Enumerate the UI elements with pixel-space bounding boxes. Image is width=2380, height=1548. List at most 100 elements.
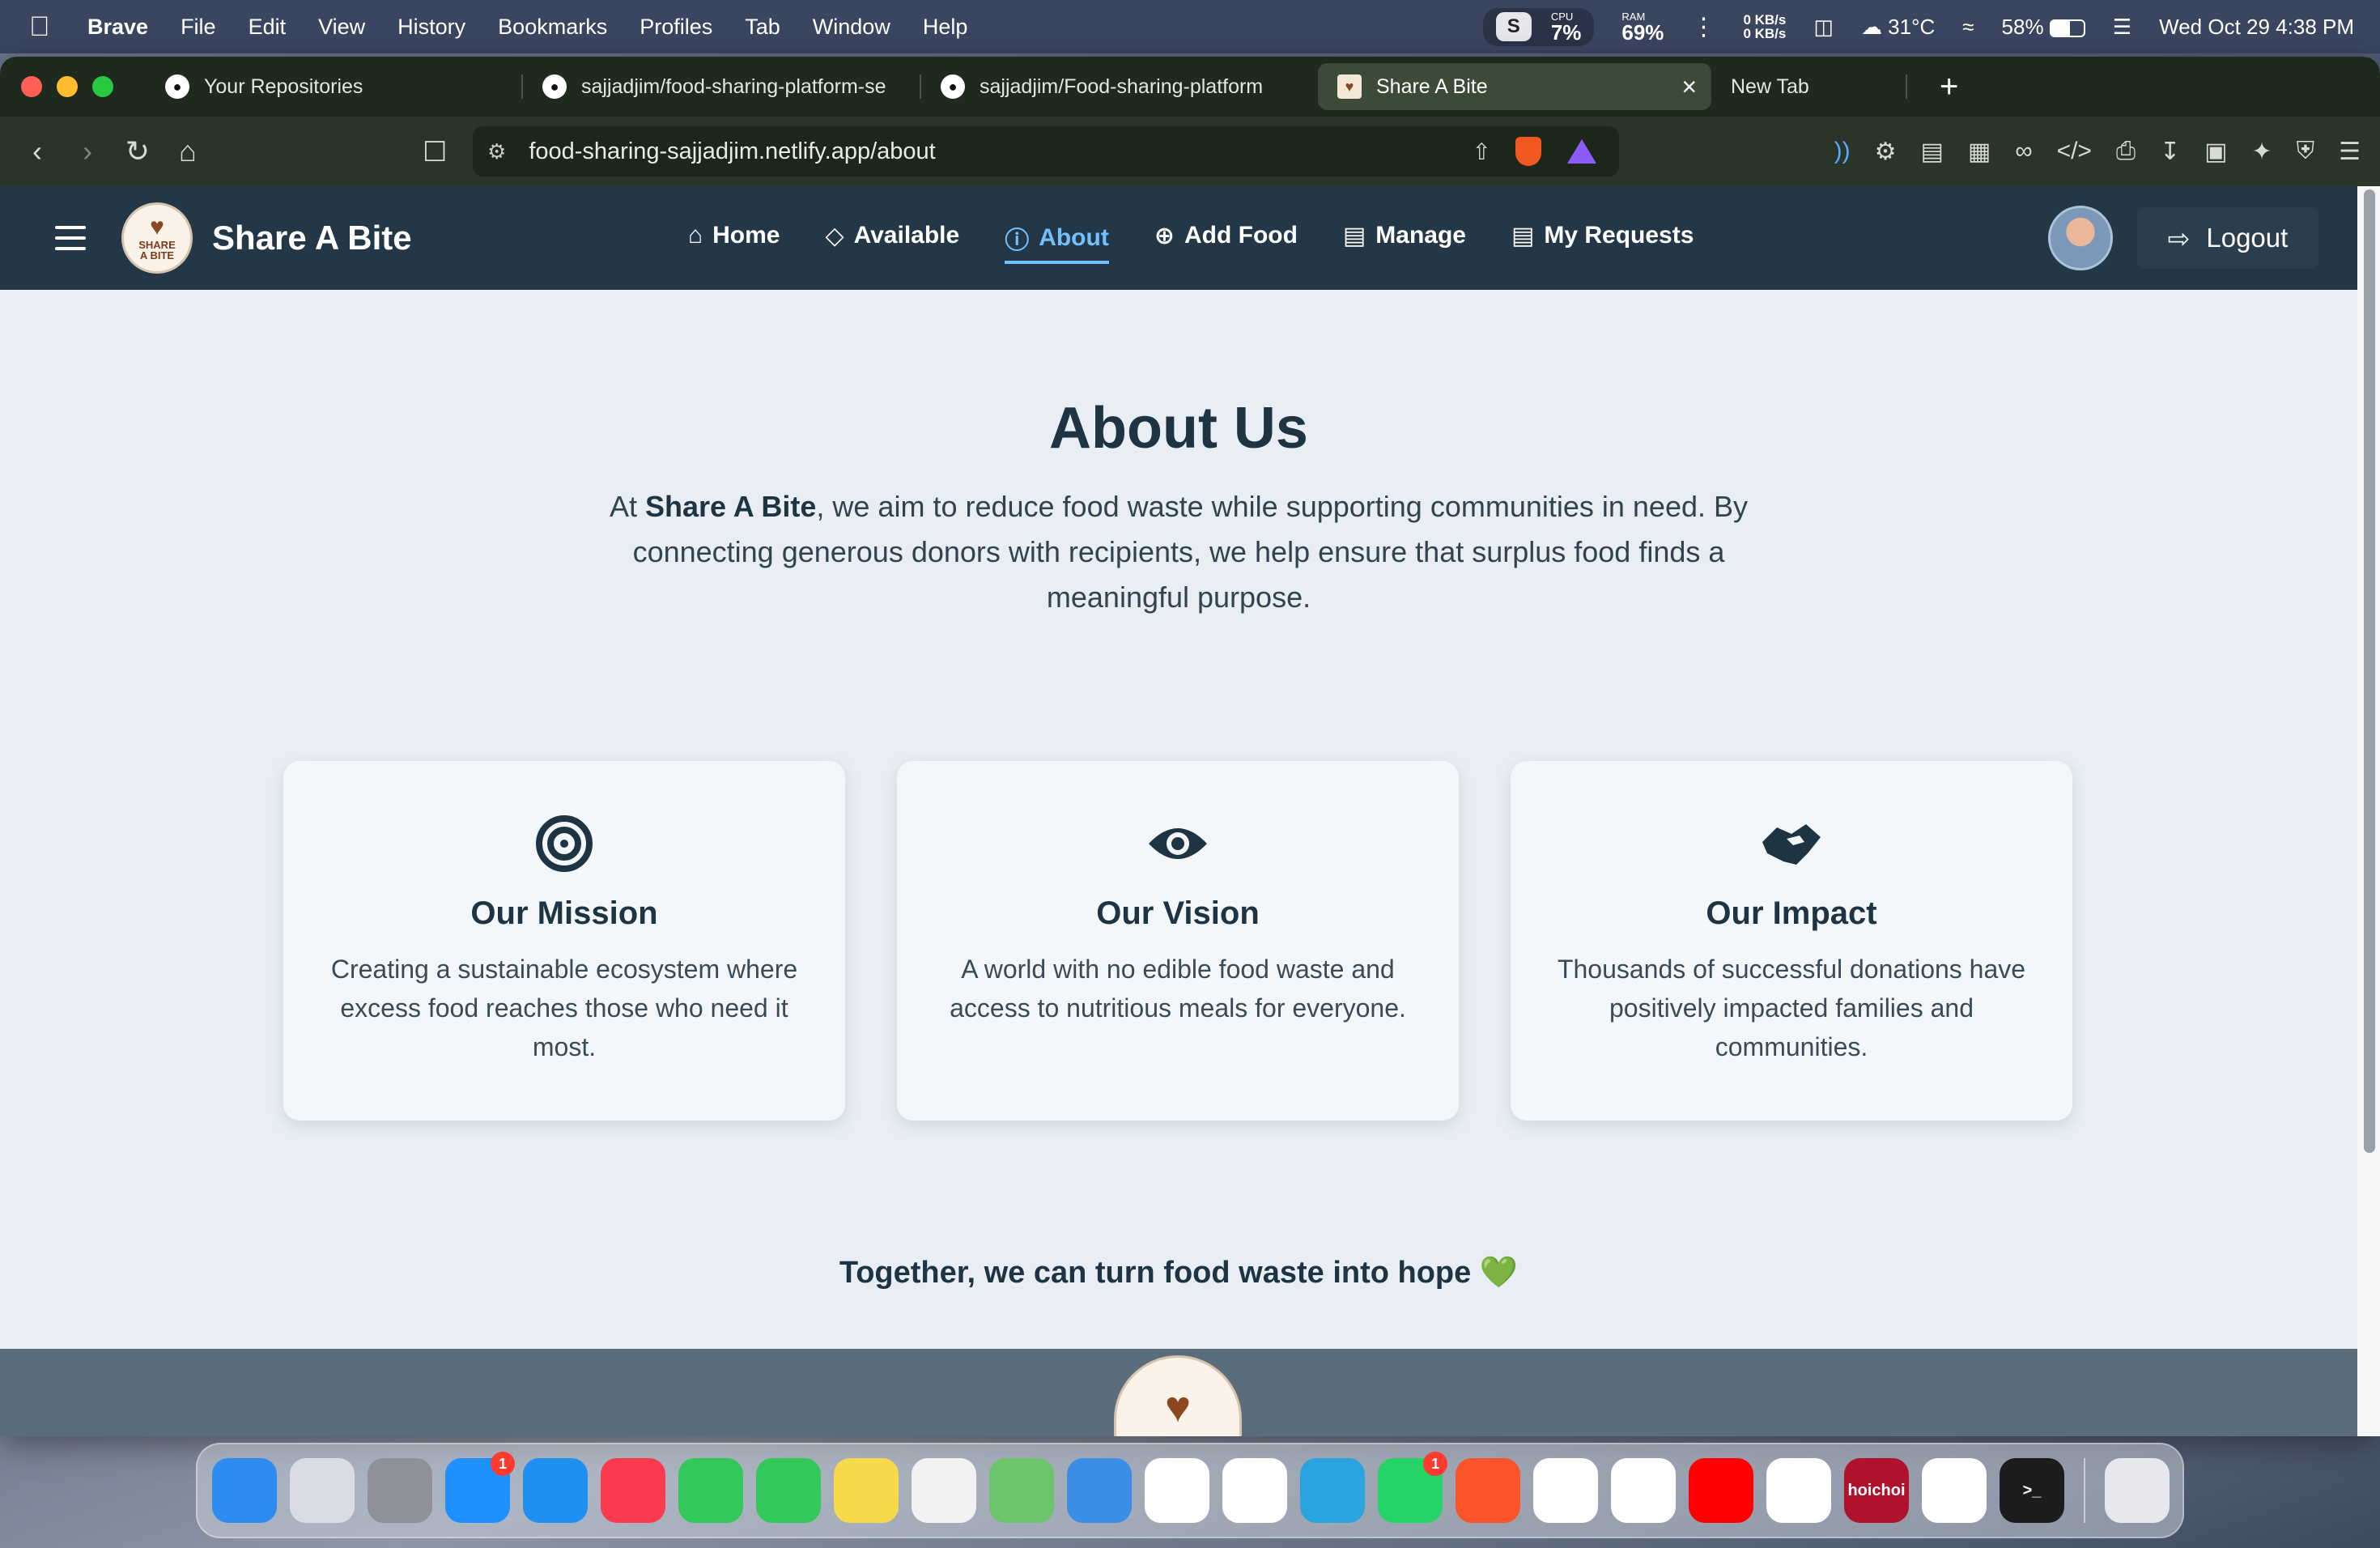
zoom-window-button[interactable] <box>92 76 113 97</box>
tab-share-a-bite[interactable]: ♥ Share A Bite × <box>1318 63 1711 110</box>
s-app-icon[interactable]: S <box>1495 12 1532 41</box>
menu-bookmarks[interactable]: Bookmarks <box>498 15 607 40</box>
display-icon[interactable]: ◫ <box>1813 15 1834 40</box>
menu-app-name[interactable]: Brave <box>87 15 148 40</box>
dock-app-trash[interactable] <box>2105 1458 2170 1523</box>
dock-app-telegram[interactable] <box>1300 1458 1365 1523</box>
layers-icon: ◇ <box>825 222 844 249</box>
menu-tab[interactable]: Tab <box>745 15 780 40</box>
hamburger-menu-icon[interactable] <box>55 226 86 250</box>
tab-food-sharing-se[interactable]: ● sajjadjim/food-sharing-platform-se <box>523 63 920 110</box>
forward-icon[interactable]: › <box>74 134 100 168</box>
menu-edit[interactable]: Edit <box>249 15 287 40</box>
link-icon[interactable]: ∞ <box>2015 138 2032 165</box>
datetime[interactable]: Wed Oct 29 4:38 PM <box>2159 15 2354 40</box>
vpn-icon[interactable]: ⛨ <box>2297 138 2315 165</box>
scrollbar-thumb[interactable] <box>2364 189 2375 1153</box>
dock-app-hoichoi[interactable]: hoichoi <box>1844 1458 1909 1523</box>
nav-available[interactable]: ◇ Available <box>825 222 959 255</box>
download-icon[interactable]: ↧ <box>2160 138 2180 166</box>
qr-code-icon[interactable]: ▦ <box>1968 138 1991 166</box>
dock-app-finder[interactable] <box>212 1458 277 1523</box>
dock-app-messenger[interactable] <box>1922 1458 1987 1523</box>
menu-window[interactable]: Window <box>813 15 890 40</box>
address-bar[interactable]: ⚙ food-sharing-sajjadjim.netlify.app/abo… <box>473 126 1619 176</box>
control-center-icon[interactable]: ☰ <box>2113 15 2131 40</box>
logout-button[interactable]: ⇨ Logout <box>2137 207 2318 269</box>
tab-bar: ● Your Repositories ● sajjadjim/food-sha… <box>0 57 2380 117</box>
close-tab-icon[interactable]: × <box>1681 72 1697 102</box>
dock-app-whatsapp[interactable]: 1 <box>1378 1452 1447 1523</box>
nav-about[interactable]: ⓘ About <box>1005 212 1109 264</box>
wifi-icon[interactable]: ≈ <box>1962 15 1974 40</box>
site-settings-icon[interactable]: ⚙ <box>487 139 506 164</box>
dock-app-chrome[interactable] <box>1611 1458 1676 1523</box>
more-dots-icon[interactable]: ⋮ <box>1691 13 1715 41</box>
tab-your-repositories[interactable]: ● Your Repositories <box>146 63 521 110</box>
wallet-icon[interactable]: ▤ <box>1920 138 1943 166</box>
dock-app-music[interactable] <box>601 1458 665 1523</box>
nav-manage[interactable]: ▤ Manage <box>1343 222 1466 255</box>
vision-card: Our Vision A world with no edible food w… <box>897 761 1459 1121</box>
back-icon[interactable]: ‹ <box>24 134 50 168</box>
dock-app-phone[interactable] <box>678 1458 743 1523</box>
nav-add-food[interactable]: ⊕ Add Food <box>1154 222 1298 255</box>
dock-app-notes[interactable] <box>834 1458 899 1523</box>
dock-app-messages[interactable] <box>756 1458 821 1523</box>
brave-shields-icon[interactable] <box>1515 137 1541 166</box>
about-cards: Our Mission Creating a sustainable ecosy… <box>283 761 2072 1121</box>
tab-new-tab[interactable]: New Tab <box>1711 63 1906 110</box>
dock-app-gmail[interactable] <box>1145 1458 1209 1523</box>
brave-rewards-icon[interactable] <box>1567 139 1596 164</box>
nav-my-requests[interactable]: ▤ My Requests <box>1511 222 1694 255</box>
dock-app-youtube[interactable] <box>1689 1458 1753 1523</box>
notification-badge: 1 <box>1423 1452 1447 1476</box>
close-window-button[interactable] <box>21 76 42 97</box>
code-icon[interactable]: </> <box>2057 138 2092 165</box>
dock-app-app-store[interactable]: 1 <box>445 1452 515 1523</box>
speedreader-icon[interactable]: )) <box>1834 138 1851 165</box>
menu-icon[interactable]: ☰ <box>2339 138 2361 166</box>
dock-app-system-settings[interactable] <box>368 1458 432 1523</box>
network-stat[interactable]: 0 KB/s 0 KB/s <box>1743 13 1786 40</box>
site-logo[interactable]: ♥ SHARE A BITE <box>121 202 193 274</box>
menu-profiles[interactable]: Profiles <box>640 15 712 40</box>
dock-app-photos[interactable] <box>1222 1458 1287 1523</box>
dock-app-safari[interactable] <box>523 1458 588 1523</box>
menu-view[interactable]: View <box>318 15 365 40</box>
page-scrollbar[interactable] <box>2357 186 2380 1436</box>
share-icon[interactable]: ⇧ <box>1473 138 1491 165</box>
minimize-window-button[interactable] <box>57 76 78 97</box>
dock-app-vs-code[interactable] <box>1766 1458 1831 1523</box>
reload-icon[interactable]: ↻ <box>125 134 151 168</box>
heart-bowl-icon: ♥ <box>1164 1383 1192 1431</box>
bookmark-icon[interactable]: ☐ <box>423 136 447 168</box>
dock-app-brave[interactable] <box>1456 1458 1520 1523</box>
weather-stat[interactable]: ☁ 31°C <box>1861 15 1935 40</box>
dock-app-reminders[interactable] <box>912 1458 976 1523</box>
url-text[interactable]: food-sharing-sajjadjim.netlify.app/about <box>529 138 1472 165</box>
brand-name[interactable]: Share A Bite <box>212 219 412 257</box>
dock-app-chatgpt[interactable] <box>1533 1458 1598 1523</box>
extensions-icon[interactable]: ⚙ <box>1875 138 1897 166</box>
new-tab-button[interactable]: + <box>1940 69 1958 105</box>
menu-history[interactable]: History <box>397 15 465 40</box>
leo-ai-icon[interactable]: ✦ <box>2251 138 2272 166</box>
dock-app-weather[interactable] <box>1067 1458 1132 1523</box>
stats-pill[interactable]: S CPU 7% <box>1482 7 1595 46</box>
apple-menu-icon[interactable]:  <box>29 11 65 43</box>
nav-home[interactable]: ⌂ Home <box>688 222 780 254</box>
dock-app-terminal[interactable]: >_ <box>2000 1458 2064 1523</box>
menu-help[interactable]: Help <box>923 15 968 40</box>
share-a-bite-favicon: ♥ <box>1337 74 1362 99</box>
screenshot-icon[interactable]: ▣ <box>2204 138 2227 166</box>
tab-food-sharing-platform[interactable]: ● sajjadjim/Food-sharing-platform <box>921 63 1318 110</box>
battery-stat[interactable]: 58% <box>2002 15 2085 40</box>
home-icon[interactable]: ⌂ <box>175 134 201 168</box>
dock-app-launchpad[interactable] <box>290 1458 355 1523</box>
menu-file[interactable]: File <box>181 15 216 40</box>
dock-app-maps[interactable] <box>989 1458 1054 1523</box>
ram-stat[interactable]: RAM 69% <box>1621 11 1664 43</box>
print-icon[interactable]: ⎙ <box>2116 138 2136 165</box>
user-avatar[interactable] <box>2048 206 2113 270</box>
